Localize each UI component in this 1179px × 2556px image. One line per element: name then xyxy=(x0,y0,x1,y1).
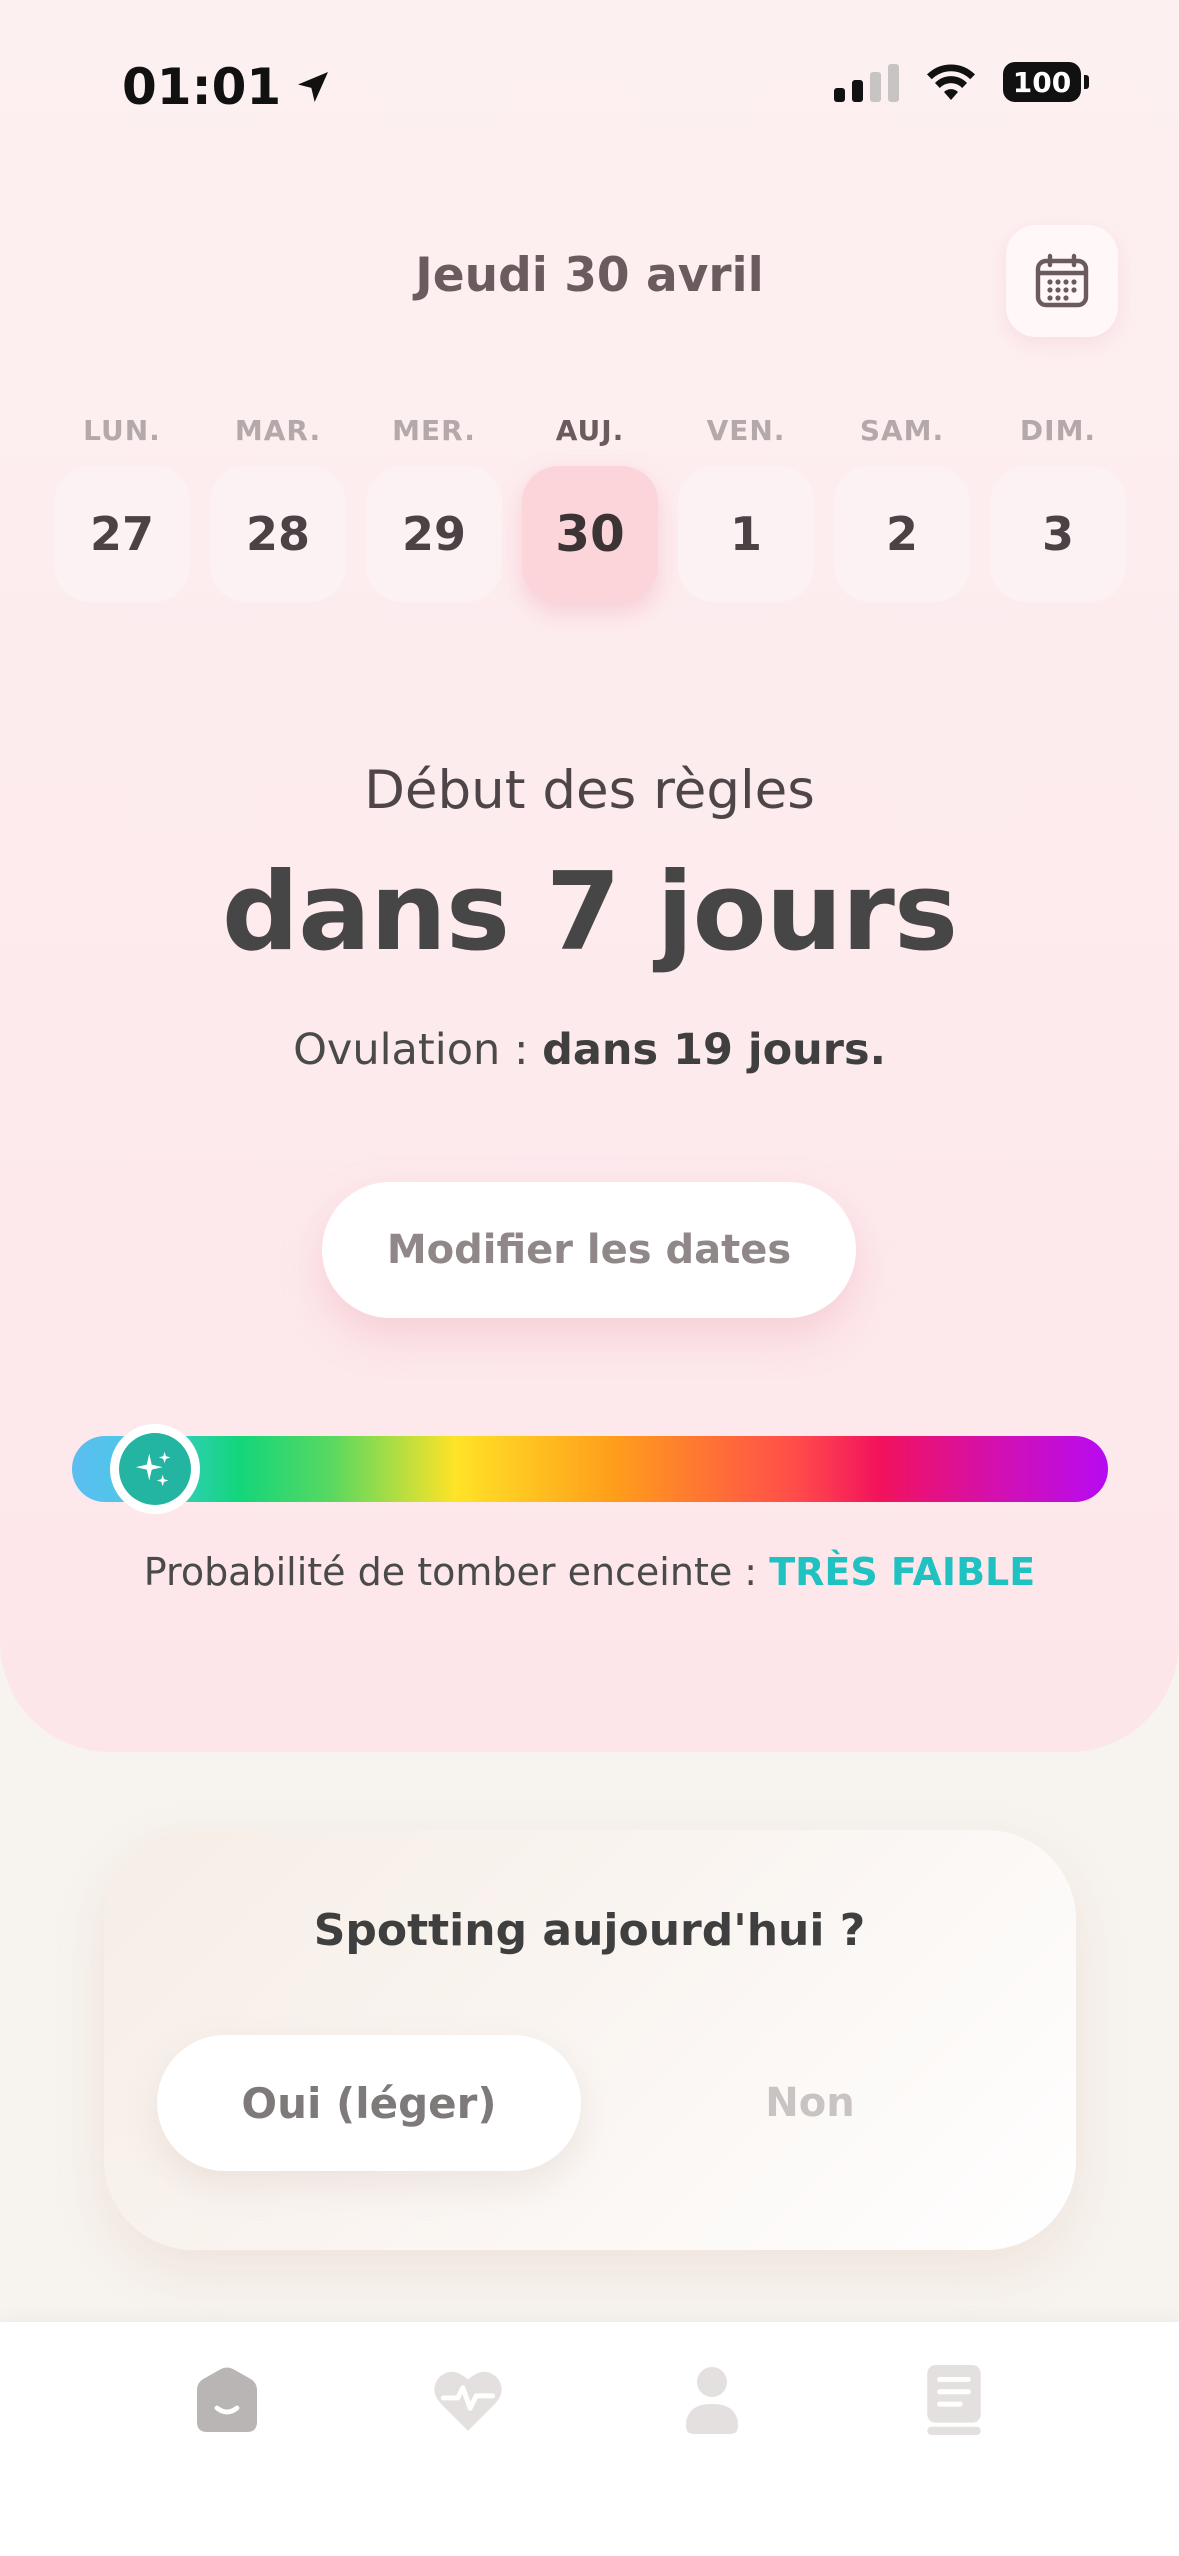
selected-date-title: Jeudi 30 avril xyxy=(415,248,764,303)
day-mon[interactable]: LUN. 27 xyxy=(52,414,192,602)
day-number[interactable]: 3 xyxy=(990,466,1126,602)
ovulation-countdown: dans 19 jours. xyxy=(542,1025,886,1075)
day-fri[interactable]: VEN. 1 xyxy=(676,414,816,602)
period-start-label: Début des règles xyxy=(364,760,815,821)
day-sun[interactable]: DIM. 3 xyxy=(988,414,1128,602)
pregnancy-probability: Probabilité de tomber enceinte : TRÈS FA… xyxy=(0,1550,1179,1594)
sparkles-icon xyxy=(135,1451,171,1487)
day-number[interactable]: 1 xyxy=(678,466,814,602)
day-number[interactable]: 27 xyxy=(54,466,190,602)
ovulation-info: Ovulation : dans 19 jours. xyxy=(0,1025,1179,1075)
day-tue[interactable]: MAR. 28 xyxy=(208,414,348,602)
day-today[interactable]: AUJ. 30 xyxy=(520,414,660,602)
day-wed[interactable]: MER. 29 xyxy=(364,414,504,602)
period-countdown: dans 7 jours xyxy=(221,850,958,975)
tab-bar xyxy=(0,2322,1179,2556)
calendar-icon xyxy=(1035,253,1089,308)
day-label: MAR. xyxy=(234,414,322,447)
day-number[interactable]: 29 xyxy=(366,466,502,602)
modify-dates-button[interactable]: Modifier les dates xyxy=(322,1182,856,1318)
week-strip: LUN. 27 MAR. 28 MER. 29 AUJ. 30 VEN. 1 S… xyxy=(52,414,1128,602)
cellular-signal-icon xyxy=(834,62,899,102)
profile-icon xyxy=(686,2367,738,2434)
day-sat[interactable]: SAM. 2 xyxy=(832,414,972,602)
calendar-button[interactable] xyxy=(1006,225,1118,337)
heart-pulse-icon xyxy=(434,2371,502,2431)
tab-library[interactable] xyxy=(914,2360,994,2440)
status-icons: 100 xyxy=(834,62,1089,102)
day-label: LUN. xyxy=(83,414,161,447)
fertility-gauge xyxy=(72,1436,1108,1502)
status-time: 01:01 xyxy=(122,58,333,116)
spotting-question: Spotting aujourd'hui ? xyxy=(313,1905,866,1956)
day-label: DIM. xyxy=(1019,414,1097,447)
battery-icon: 100 xyxy=(1003,62,1089,102)
day-number-selected[interactable]: 30 xyxy=(522,466,658,602)
home-icon xyxy=(197,2367,257,2432)
book-icon xyxy=(927,2365,981,2435)
wifi-icon xyxy=(927,64,975,100)
day-label: MER. xyxy=(392,414,476,447)
spotting-yes-button[interactable]: Oui (léger) xyxy=(157,2035,581,2171)
day-number[interactable]: 28 xyxy=(210,466,346,602)
probability-label: Probabilité de tomber enceinte : xyxy=(143,1550,770,1594)
probability-level: TRÈS FAIBLE xyxy=(769,1550,1036,1594)
day-number[interactable]: 2 xyxy=(834,466,970,602)
tab-home[interactable] xyxy=(187,2360,267,2440)
tab-health[interactable] xyxy=(428,2360,508,2440)
day-label: VEN. xyxy=(706,414,786,447)
fertility-indicator xyxy=(110,1424,200,1514)
spotting-no-button[interactable]: Non xyxy=(600,2035,1020,2171)
day-label: AUJ. xyxy=(555,414,625,447)
day-label: SAM. xyxy=(859,414,945,447)
tab-profile[interactable] xyxy=(672,2360,752,2440)
clock: 01:01 xyxy=(122,58,282,116)
battery-level: 100 xyxy=(1012,65,1072,99)
location-arrow-icon xyxy=(298,72,329,102)
ovulation-label: Ovulation : xyxy=(293,1025,543,1075)
